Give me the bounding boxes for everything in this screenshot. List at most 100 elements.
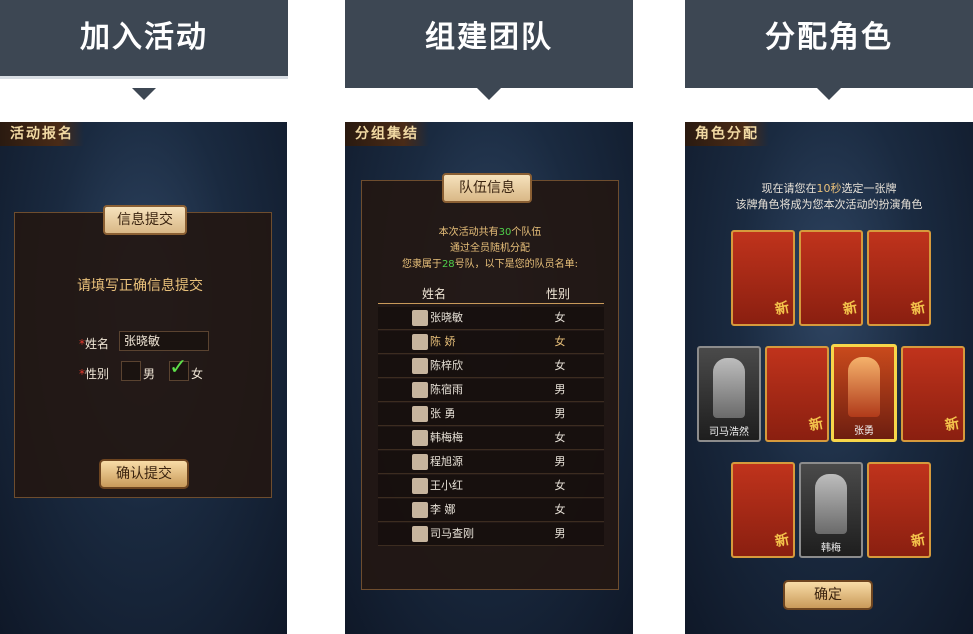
header-arrow	[477, 88, 501, 100]
avatar	[412, 382, 428, 398]
timer-text: 现在请您在10秒选定一张牌	[761, 182, 897, 195]
character-portrait	[713, 358, 745, 418]
character-portrait	[815, 474, 847, 534]
role-card[interactable]: 新	[867, 230, 931, 326]
member-row: 张晓敏 女	[378, 307, 604, 330]
panel-header: 组建团队	[345, 0, 633, 88]
role-card[interactable]: 新	[901, 346, 965, 442]
header-arrow	[132, 88, 156, 100]
screen-title: 分组集结	[345, 122, 429, 146]
avatar	[412, 502, 428, 518]
member-name: 司马查刚	[430, 527, 474, 540]
gender-label: *性别	[79, 367, 110, 381]
card-name: 司马浩然	[709, 427, 749, 438]
member-gender: 女	[554, 431, 566, 444]
check-icon: ✓	[169, 355, 188, 380]
member-gender: 男	[554, 383, 566, 396]
member-row: 王小红 女	[378, 475, 604, 498]
member-name: 张晓敏	[430, 311, 463, 324]
member-row: 陈 娇女	[378, 331, 604, 354]
phone-screen: 角色分配 现在请您在10秒选定一张牌 该牌角色将成为您本次活动的扮演角色 新 新…	[685, 122, 973, 634]
form-prompt: 请填写正确信息提交	[77, 278, 203, 294]
card-emblem-icon: 新	[773, 531, 791, 551]
panel-build-team: 组建团队 分组集结 队伍信息 本次活动共有30个队伍 通过全员随机分配 您隶属于…	[345, 0, 633, 634]
name-label: *姓名	[79, 337, 110, 351]
phone-screen: 分组集结 队伍信息 本次活动共有30个队伍 通过全员随机分配 您隶属于28号队，…	[345, 122, 633, 634]
member-gender: 女	[554, 335, 566, 348]
panel-header: 分配角色	[685, 0, 973, 88]
info-dialog: 信息提交 请填写正确信息提交 *姓名 张晓敏 *性别 男 ✓ 女 确认提交	[14, 205, 272, 498]
member-gender: 女	[554, 503, 566, 516]
member-row: 程旭源 男	[378, 451, 604, 474]
card-emblem-icon: 新	[841, 299, 859, 319]
member-row: 陈宿雨 男	[378, 379, 604, 402]
team-number-text: 您隶属于28号队，以下是您的队员名单:	[401, 259, 579, 270]
member-row: 陈梓欣 女	[378, 355, 604, 378]
role-card-revealed[interactable]: 韩梅	[799, 462, 863, 558]
panel-assign-role: 分配角色 角色分配 现在请您在10秒选定一张牌 该牌角色将成为您本次活动的扮演角…	[685, 0, 973, 634]
character-portrait	[848, 357, 880, 417]
avatar	[412, 478, 428, 494]
submit-button[interactable]: 确认提交	[99, 459, 189, 489]
card-emblem-icon: 新	[909, 531, 927, 551]
col-name-header: 姓名	[422, 287, 447, 301]
avatar	[412, 454, 428, 470]
header-divider	[378, 303, 604, 304]
member-name: 程旭源	[430, 455, 463, 468]
role-desc-text: 该牌角色将成为您本次活动的扮演角色	[735, 198, 923, 211]
role-card-revealed[interactable]: 司马浩然	[697, 346, 761, 442]
member-gender: 女	[554, 311, 566, 324]
team-count-text: 本次活动共有30个队伍	[438, 227, 542, 238]
member-name: 陈宿雨	[430, 383, 463, 396]
dialog-plaque: 队伍信息	[442, 173, 532, 203]
panel-header: 加入活动	[0, 0, 288, 79]
avatar	[412, 358, 428, 374]
member-row: 张 勇男	[378, 403, 604, 426]
card-emblem-icon: 新	[909, 299, 927, 319]
name-input[interactable]: 张晓敏	[119, 331, 209, 351]
role-card[interactable]: 新	[731, 462, 795, 558]
avatar	[412, 406, 428, 422]
confirm-button[interactable]: 确定	[783, 580, 873, 610]
member-name: 李 娜	[430, 503, 456, 516]
member-row: 李 娜女	[378, 499, 604, 522]
member-gender: 男	[554, 527, 566, 540]
role-card[interactable]: 新	[799, 230, 863, 326]
avatar	[412, 430, 428, 446]
male-label: 男	[143, 367, 156, 381]
member-gender: 男	[554, 455, 566, 468]
header-arrow	[817, 88, 841, 100]
team-dialog: 队伍信息 本次活动共有30个队伍 通过全员随机分配 您隶属于28号队，以下是您的…	[361, 173, 619, 590]
member-gender: 男	[554, 407, 566, 420]
card-name: 韩梅	[821, 543, 841, 554]
female-label: 女	[191, 367, 204, 381]
role-card[interactable]: 新	[765, 346, 829, 442]
card-emblem-icon: 新	[807, 415, 825, 435]
avatar	[412, 310, 428, 326]
card-emblem-icon: 新	[773, 299, 791, 319]
phone-screen: 活动报名 信息提交 请填写正确信息提交 *姓名 张晓敏 *性别 男 ✓ 女 确认…	[0, 122, 287, 634]
member-name: 陈 娇	[430, 335, 456, 348]
member-name: 张 勇	[430, 407, 456, 420]
avatar	[412, 334, 428, 350]
member-gender: 女	[554, 479, 566, 492]
card-emblem-icon: 新	[943, 415, 961, 435]
screen-title: 角色分配	[685, 122, 769, 146]
role-card[interactable]: 新	[731, 230, 795, 326]
member-name: 陈梓欣	[430, 359, 463, 372]
member-name: 王小红	[430, 479, 463, 492]
card-name: 张勇	[854, 426, 874, 437]
member-name: 韩梅梅	[430, 431, 463, 444]
member-gender: 女	[554, 359, 566, 372]
dialog-plaque: 信息提交	[103, 205, 187, 235]
role-card[interactable]: 新	[867, 462, 931, 558]
screen-title: 活动报名	[0, 122, 84, 146]
col-gender-header: 性别	[546, 287, 571, 301]
avatar	[412, 526, 428, 542]
male-checkbox[interactable]	[121, 361, 141, 381]
assign-text: 通过全员随机分配	[450, 243, 530, 254]
member-row: 韩梅梅 女	[378, 427, 604, 450]
member-row: 司马查刚 男	[378, 523, 604, 546]
role-card-selected[interactable]: 张勇	[831, 344, 897, 442]
panel-join-activity: 加入活动 活动报名 信息提交 请填写正确信息提交 *姓名 张晓敏 *性别 男 ✓…	[0, 0, 288, 634]
